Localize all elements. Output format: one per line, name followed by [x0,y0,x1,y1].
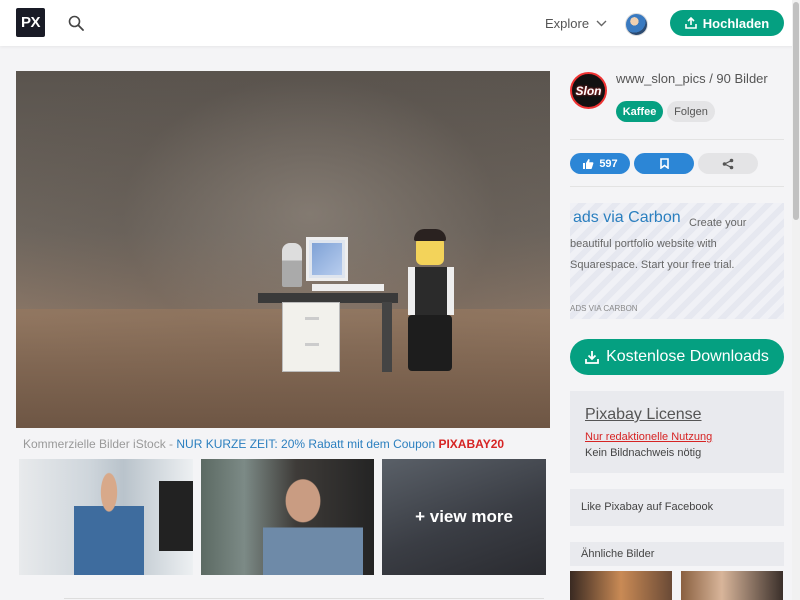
photo-keyboard [312,284,384,291]
view-more-thumbnail[interactable]: + view more [382,459,546,575]
download-icon [585,351,600,364]
photo-desk-drawers [282,302,340,372]
license-box: Pixabay License Nur redaktionelle Nutzun… [570,391,784,473]
thumbnail-person [74,469,144,575]
content-divider [64,598,544,599]
similar-image-thumbnail[interactable] [570,571,672,600]
main-photo[interactable] [16,71,550,428]
license-usage-link[interactable]: Nur redaktionelle Nutzung [585,431,712,443]
istock-thumbnail[interactable] [19,459,193,575]
thumbnail-person [263,469,363,575]
free-download-button[interactable]: Kostenlose Downloads [570,339,784,375]
license-title-link[interactable]: Pixabay License [585,406,702,424]
view-more-label: + view more [415,507,513,526]
top-navigation-bar: PX Explore Hochladen [0,0,800,46]
similar-image-thumbnail[interactable] [681,571,783,600]
pixabay-logo[interactable]: PX [16,8,45,37]
author-name-link[interactable]: www_slon_pics / 90 Bilder [616,71,768,86]
bookmark-button[interactable] [634,153,694,174]
kaffee-button[interactable]: Kaffee [616,101,663,122]
thumbnail-monitor [159,481,193,551]
carbon-ad-brand: ads via Carbon [573,209,681,226]
follow-button[interactable]: Folgen [667,101,715,122]
share-icon [722,158,734,169]
download-label: Kostenlose Downloads [606,348,769,365]
photo-monitor [306,237,348,281]
page-scrollbar[interactable] [792,0,800,600]
upload-button[interactable]: Hochladen [670,10,784,36]
likes-count: 597 [599,157,618,170]
photo-lamp [282,243,302,287]
caption-promo: NUR KURZE ZEIT: 20% Rabatt mit dem Coupo… [176,437,439,451]
caption-prefix: Kommerzielle Bilder iStock - [23,437,177,451]
istock-thumbnail[interactable] [201,459,374,575]
upload-label: Hochladen [702,15,770,31]
author-avatar[interactable]: Slon [570,72,607,109]
photo-chair [408,315,452,371]
like-button[interactable]: 597 [570,153,630,174]
carbon-ad-label[interactable]: ADS VIA CARBON [570,304,638,313]
thumbs-up-icon [583,158,594,169]
chevron-down-icon [596,20,607,27]
license-attribution-note: Kein Bildnachweis nötig [585,447,702,459]
scrollbar-thumb[interactable] [793,2,799,220]
sidebar-divider [570,139,784,140]
sidebar-divider [570,186,784,187]
upload-icon [684,17,697,29]
search-icon[interactable] [68,15,84,31]
carbon-ad[interactable]: Create your beautiful portfolio website … [570,203,784,319]
bookmark-icon [659,158,669,169]
author-avatar-logo: Slon [575,83,602,98]
share-button[interactable] [698,153,758,174]
photo-desk-leg [382,302,392,372]
explore-menu[interactable]: Explore [545,16,607,31]
user-avatar[interactable] [625,13,648,36]
similar-images-heading: Ähnliche Bilder [570,542,784,566]
istock-promo-caption[interactable]: Kommerzielle Bilder iStock - NUR KURZE Z… [23,437,504,451]
facebook-like-box[interactable]: Like Pixabay auf Facebook [570,489,784,526]
explore-label: Explore [545,16,590,31]
caption-coupon: PIXABAY20 [438,437,505,451]
photo-figure-body [408,267,454,315]
photo-figure-hair [414,229,446,241]
